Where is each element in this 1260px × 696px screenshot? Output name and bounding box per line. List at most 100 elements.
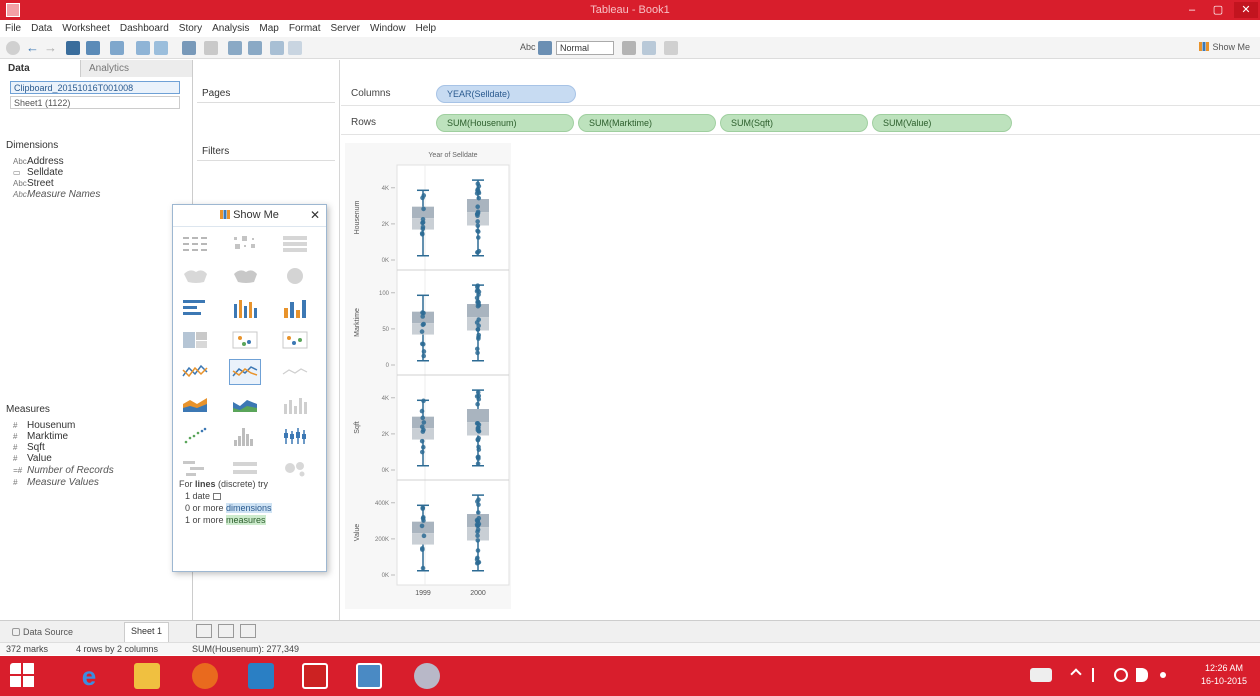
swap-icon[interactable] [182, 41, 196, 55]
packed-bubbles-thumb[interactable] [279, 455, 311, 481]
new-worksheet-icon[interactable] [110, 41, 124, 55]
field-marktime[interactable]: # Marktime [13, 431, 68, 442]
field-measure-values[interactable]: # Measure Values [13, 477, 99, 488]
histogram-thumb[interactable] [229, 423, 261, 449]
horizontal-bars-thumb[interactable] [179, 295, 211, 321]
columns-shelf[interactable]: Columns YEAR(Selldate) [341, 82, 1260, 106]
new-story-tab-icon[interactable] [240, 624, 256, 638]
field-selldate[interactable]: ▭ Selldate [13, 167, 63, 178]
action-center-flag-icon[interactable] [1092, 668, 1104, 682]
clear-sheet-icon[interactable] [154, 41, 168, 55]
gantt-chart-thumb[interactable] [179, 455, 211, 481]
fit-dropdown[interactable]: Normal [556, 41, 614, 55]
area-discrete-thumb[interactable] [229, 391, 261, 417]
field-number-of-records[interactable]: =# Number of Records [13, 465, 114, 476]
pill-year-selldate[interactable]: YEAR(Selldate) [436, 85, 576, 103]
show-me-close-button[interactable]: ✕ [310, 208, 320, 222]
group-icon[interactable] [270, 41, 284, 55]
tableau-logo-icon[interactable] [6, 41, 20, 55]
close-button[interactable]: ✕ [1234, 2, 1258, 18]
media-player-icon[interactable] [248, 663, 274, 689]
rows-shelf[interactable]: Rows SUM(Housenum) SUM(Marktime) SUM(Sqf… [341, 111, 1260, 135]
box-whisker-thumb[interactable] [279, 423, 311, 449]
language-indicator-icon[interactable] [1160, 672, 1166, 678]
highlight-icon[interactable] [642, 41, 656, 55]
filters-card-drop[interactable] [197, 160, 335, 200]
new-datasource-icon[interactable] [86, 41, 100, 55]
tab-data[interactable]: Data [0, 60, 80, 77]
back-arrow-icon[interactable]: ← [26, 41, 40, 55]
stacked-bars-thumb[interactable] [229, 295, 261, 321]
field-sqft[interactable]: # Sqft [13, 442, 45, 453]
tab-analytics[interactable]: Analytics [80, 60, 192, 77]
field-measure-names[interactable]: AbcMeasure Names [13, 189, 100, 200]
acrobat-reader-icon[interactable] [302, 663, 328, 689]
network-icon[interactable] [1114, 668, 1128, 682]
field-value[interactable]: # Value [13, 453, 52, 464]
dual-combination-thumb[interactable] [279, 391, 311, 417]
paint-icon[interactable] [414, 663, 440, 689]
show-me-toolbar-button[interactable]: Show Me [1199, 42, 1250, 52]
pill-sum-sqft[interactable]: SUM(Sqft) [720, 114, 868, 132]
pie-chart-thumb[interactable] [279, 263, 311, 289]
side-by-side-bars-thumb[interactable] [279, 295, 311, 321]
minimize-button[interactable]: – [1180, 2, 1204, 18]
field-address[interactable]: AbcAddress [13, 156, 64, 167]
file-explorer-icon[interactable] [134, 663, 160, 689]
field-housenum[interactable]: # Housenum [13, 420, 75, 431]
maximize-button[interactable]: ▢ [1206, 2, 1230, 18]
menu-story[interactable]: Story [174, 20, 207, 34]
duplicate-sheet-icon[interactable] [136, 41, 150, 55]
filled-map-thumb[interactable] [229, 263, 261, 289]
menu-file[interactable]: File [0, 20, 26, 34]
firefox-icon[interactable] [192, 663, 218, 689]
sort-ascending-icon[interactable] [228, 41, 242, 55]
menu-analysis[interactable]: Analysis [207, 20, 254, 34]
windows-start-icon[interactable] [10, 663, 36, 689]
area-continuous-thumb[interactable] [179, 391, 211, 417]
highlight-table-thumb[interactable] [279, 231, 311, 257]
refresh-icon[interactable] [204, 41, 218, 55]
bullet-graph-thumb[interactable] [229, 455, 261, 481]
text-table-thumb[interactable] [179, 231, 211, 257]
sheet1-tab[interactable]: Sheet 1 [124, 622, 170, 642]
text-tool[interactable]: Abc [520, 42, 536, 52]
datasource-item[interactable]: Clipboard_20151016T001008 [10, 81, 180, 94]
pill-sum-value[interactable]: SUM(Value) [872, 114, 1012, 132]
menu-format[interactable]: Format [284, 20, 326, 34]
pill-sum-marktime[interactable]: SUM(Marktime) [578, 114, 716, 132]
data-source-tab[interactable]: Data Source [6, 624, 79, 640]
treemap-thumb[interactable] [179, 327, 211, 353]
scatter-plot-thumb[interactable] [179, 423, 211, 449]
new-dashboard-tab-icon[interactable] [218, 624, 234, 638]
circle-view-thumb[interactable] [229, 327, 261, 353]
pages-card-drop[interactable] [197, 102, 335, 132]
dual-lines-thumb[interactable] [279, 359, 311, 385]
menu-data[interactable]: Data [26, 20, 57, 34]
menu-worksheet[interactable]: Worksheet [57, 20, 115, 34]
tableau-taskbar-icon[interactable] [356, 663, 382, 689]
volume-icon[interactable] [1136, 668, 1148, 682]
menu-server[interactable]: Server [326, 20, 365, 34]
save-icon[interactable] [66, 41, 80, 55]
internet-explorer-icon[interactable]: e [76, 663, 102, 689]
continuous-lines-thumb[interactable] [179, 359, 211, 385]
side-by-side-circle-thumb[interactable] [279, 327, 311, 353]
heat-map-thumb[interactable] [229, 231, 261, 257]
forward-arrow-icon[interactable]: → [44, 41, 58, 55]
view-cards-icon[interactable] [538, 41, 552, 55]
fix-axes-icon[interactable] [622, 41, 636, 55]
new-worksheet-tab-icon[interactable] [196, 624, 212, 638]
menu-dashboard[interactable]: Dashboard [115, 20, 174, 34]
menu-window[interactable]: Window [365, 20, 411, 34]
discrete-lines-thumb[interactable] [229, 359, 261, 385]
symbol-map-thumb[interactable] [179, 263, 211, 289]
labels-icon[interactable] [288, 41, 302, 55]
system-clock[interactable]: 12:26 AM 16-10-2015 [1194, 662, 1254, 688]
menu-map[interactable]: Map [254, 20, 283, 34]
field-street[interactable]: AbcStreet [13, 178, 54, 189]
presentation-mode-icon[interactable] [664, 41, 678, 55]
pill-sum-housenum[interactable]: SUM(Housenum) [436, 114, 574, 132]
menu-help[interactable]: Help [411, 20, 442, 34]
sort-descending-icon[interactable] [248, 41, 262, 55]
